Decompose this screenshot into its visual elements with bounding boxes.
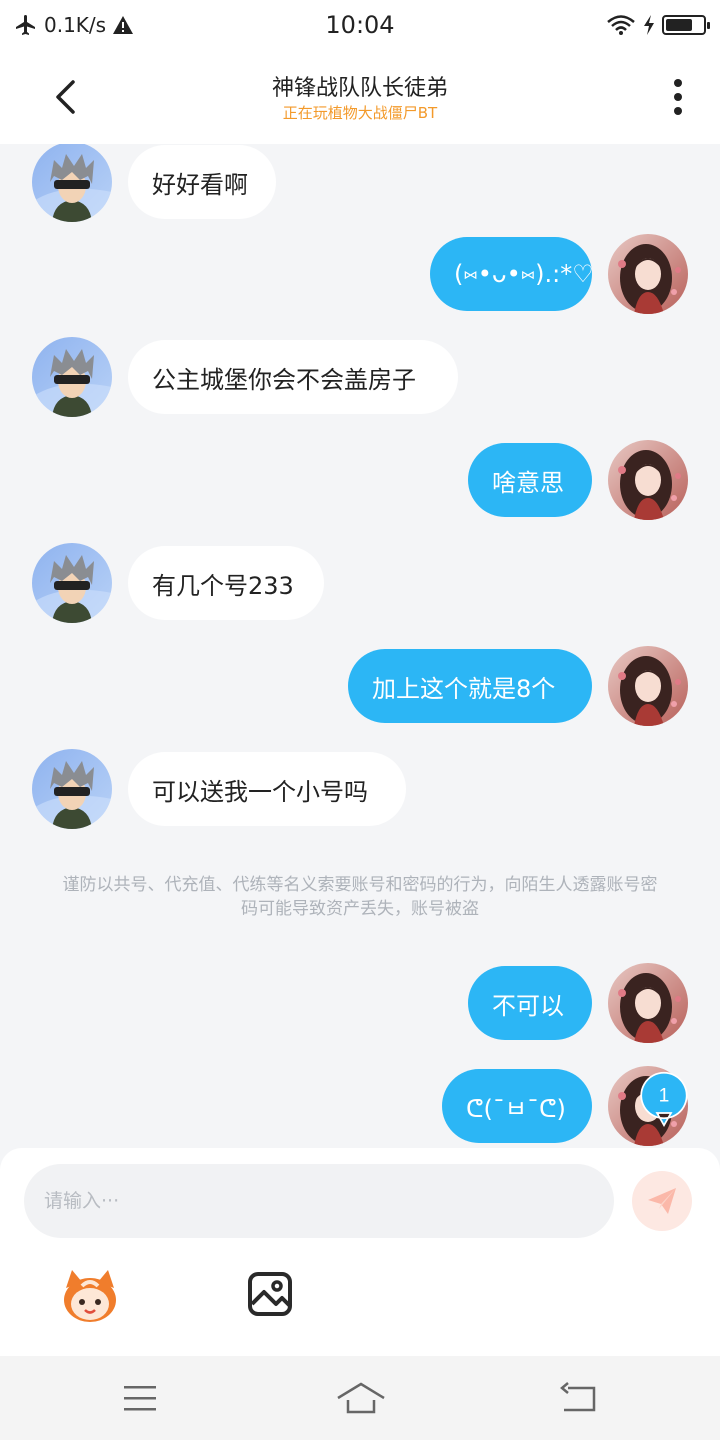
outgoing-message[interactable]: 啥意思 xyxy=(468,443,592,517)
incoming-message[interactable]: 好好看啊 xyxy=(128,145,276,219)
composer xyxy=(0,1148,720,1356)
outgoing-message[interactable]: (⑅•ᴗ•⑅).:*♡ xyxy=(430,237,594,311)
unread-count-badge[interactable]: 1 xyxy=(636,1071,692,1127)
status-bar: 0.1K/s 10:04 xyxy=(0,0,720,50)
status-right xyxy=(606,14,710,36)
unread-count: 1 xyxy=(659,1086,670,1107)
send-button[interactable] xyxy=(632,1171,692,1231)
incoming-message[interactable]: 有几个号233 xyxy=(128,546,324,620)
status-left: 0.1K/s xyxy=(14,13,134,37)
contact-avatar[interactable] xyxy=(32,749,112,829)
more-vertical-icon xyxy=(674,79,682,115)
message-input[interactable] xyxy=(24,1164,614,1238)
send-icon xyxy=(648,1188,676,1214)
outgoing-message[interactable]: 不可以 xyxy=(468,966,592,1040)
network-speed: 0.1K/s xyxy=(44,13,107,37)
chat-header: 神锋战队队长徒弟 正在玩植物大战僵尸BT xyxy=(0,50,720,144)
back-nav-icon[interactable] xyxy=(558,1380,600,1416)
battery-icon xyxy=(662,15,710,35)
home-icon[interactable] xyxy=(334,1378,388,1418)
contact-name: 神锋战队队长徒弟 xyxy=(271,76,448,101)
incoming-message[interactable]: 可以送我一个小号吗 xyxy=(128,752,406,826)
system-navigation-bar xyxy=(0,1356,720,1440)
sticker-icon[interactable] xyxy=(58,1268,122,1324)
wifi-icon xyxy=(607,15,635,35)
airplane-icon xyxy=(16,15,35,35)
contact-avatar[interactable] xyxy=(32,144,112,222)
more-options-button[interactable] xyxy=(658,72,698,122)
warning-icon xyxy=(113,16,134,34)
contact-avatar[interactable] xyxy=(32,337,112,417)
contact-activity: 正在玩植物大战僵尸BT xyxy=(282,104,438,122)
my-avatar[interactable] xyxy=(608,646,688,726)
my-avatar[interactable] xyxy=(608,963,688,1043)
outgoing-message[interactable]: ᕦ(¯ㅂ¯ᕦ) xyxy=(442,1069,592,1143)
charging-icon xyxy=(644,15,654,35)
security-notice: 谨防以共号、代充值、代练等名义索要账号和密码的行为，向陌生人透露账号密码可能导致… xyxy=(62,875,658,919)
image-icon[interactable] xyxy=(246,1270,294,1318)
menu-icon[interactable] xyxy=(120,1380,160,1416)
my-avatar[interactable] xyxy=(608,440,688,520)
contact-avatar[interactable] xyxy=(32,543,112,623)
message-list[interactable]: 好好看啊 (⑅•ᴗ•⑅).:*♡ 公主城堡你会不会盖房子 啥意思有几个号233 加上这个… xyxy=(0,144,720,1148)
my-avatar[interactable] xyxy=(608,234,688,314)
outgoing-message[interactable]: 加上这个就是8个 xyxy=(348,649,592,723)
incoming-message[interactable]: 公主城堡你会不会盖房子 xyxy=(128,340,458,414)
